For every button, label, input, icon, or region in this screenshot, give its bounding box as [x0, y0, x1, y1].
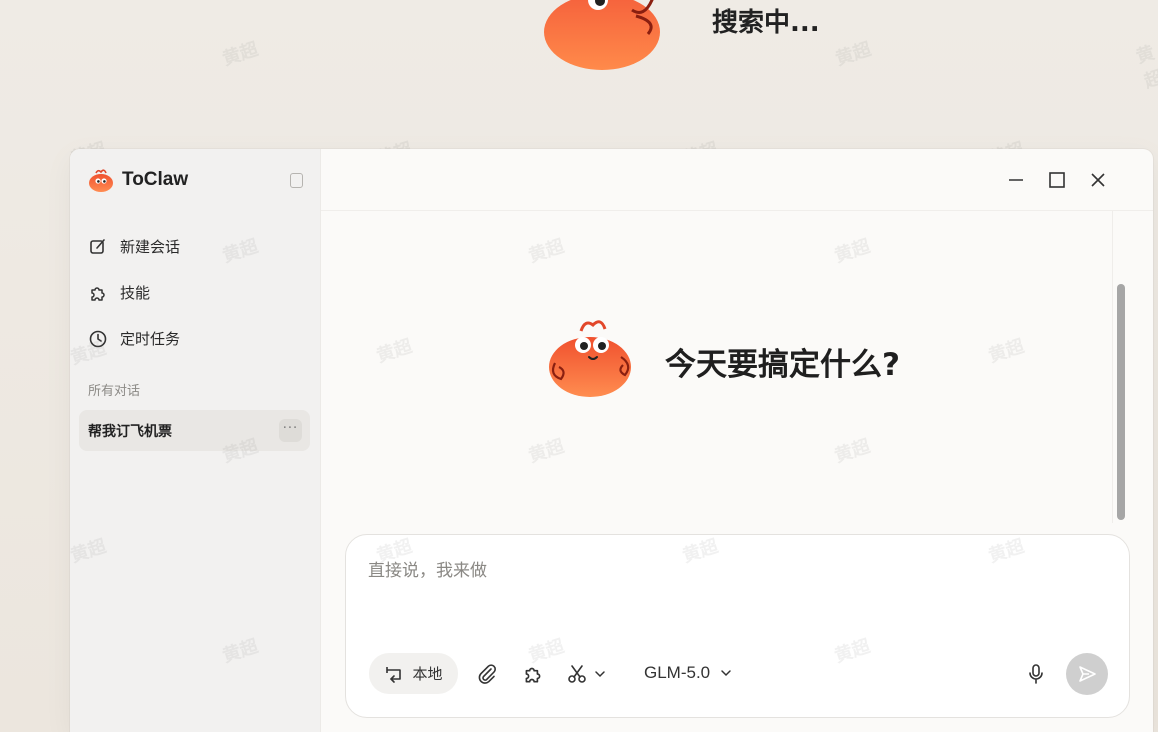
swap-icon	[386, 666, 402, 683]
sidebar-item-label: 新建会话	[120, 238, 181, 256]
watermark: 黄超	[833, 38, 874, 70]
skills-button[interactable]	[520, 661, 546, 687]
edit-icon	[90, 238, 105, 254]
maximize-icon	[1049, 172, 1065, 188]
sidebar: ToClaw 新建会话 技能 定时任务 所有对话 帮我订飞机票 ···	[70, 149, 321, 732]
sidebar-item-new-chat[interactable]: 新建会话	[88, 236, 180, 257]
brand-name: ToClaw	[122, 169, 189, 190]
send-button[interactable]	[1066, 653, 1108, 695]
search-status: 搜索中...	[712, 8, 820, 38]
puzzle-icon	[91, 286, 105, 301]
chevron-down-icon	[721, 670, 731, 677]
scrollbar-thumb[interactable]	[1117, 284, 1125, 520]
send-icon	[1079, 666, 1096, 682]
watermark: 黄超	[220, 38, 261, 70]
mascot-icon	[544, 0, 660, 70]
conversation-title: 帮我订飞机票	[88, 424, 172, 440]
clock-icon	[89, 330, 107, 347]
tools-dropdown[interactable]	[566, 661, 614, 687]
conversation-item[interactable]: 帮我订飞机票 ···	[79, 410, 310, 451]
sidebar-item-label: 技能	[120, 284, 151, 302]
minimize-icon	[1009, 179, 1023, 181]
scissors-icon	[568, 665, 586, 683]
chevron-down-icon	[595, 671, 605, 678]
puzzle-icon	[525, 667, 541, 683]
maximize-button[interactable]	[1044, 167, 1070, 193]
attach-button[interactable]	[474, 661, 500, 687]
main-panel: 今天要搞定什么? 本地	[321, 149, 1153, 732]
mascot-icon	[549, 320, 631, 397]
sidebar-item-scheduled-tasks[interactable]: 定时任务	[88, 328, 180, 349]
greeting-title: 今天要搞定什么?	[665, 347, 900, 383]
sidebar-item-skills[interactable]: 技能	[88, 282, 150, 303]
titlebar	[321, 149, 1153, 211]
message-input[interactable]	[368, 557, 1098, 585]
collapse-sidebar-button[interactable]	[290, 173, 303, 188]
more-options-button[interactable]: ···	[279, 419, 302, 442]
minimize-button[interactable]	[1003, 167, 1029, 193]
paperclip-icon	[478, 664, 496, 684]
close-button[interactable]	[1085, 167, 1111, 193]
composer: 本地	[345, 534, 1130, 718]
app-window: ToClaw 新建会话 技能 定时任务 所有对话 帮我订飞机票 ··· 今天要搞…	[70, 149, 1153, 732]
logo-icon	[89, 169, 113, 192]
close-icon	[1091, 173, 1105, 187]
model-select[interactable]: GLM-5.0	[644, 663, 732, 683]
watermark: 黄超	[1133, 42, 1158, 93]
brand: ToClaw	[88, 167, 188, 193]
local-mode-label: 本地	[412, 665, 443, 683]
microphone-button[interactable]	[1023, 661, 1049, 687]
sidebar-item-label: 定时任务	[120, 330, 181, 348]
microphone-icon	[1029, 664, 1043, 684]
section-label-all-conversations: 所有对话	[88, 384, 141, 399]
model-select-value: GLM-5.0	[644, 663, 711, 682]
local-mode-chip[interactable]: 本地	[369, 653, 458, 694]
